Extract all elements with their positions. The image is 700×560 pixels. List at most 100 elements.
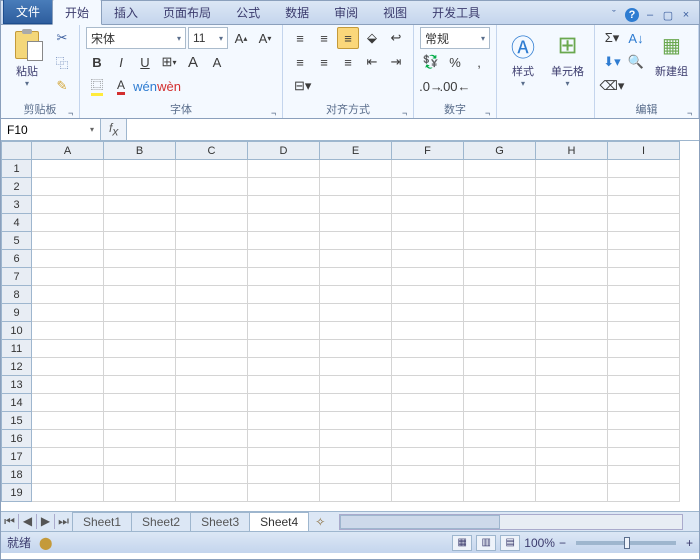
cell[interactable] xyxy=(464,376,536,394)
macro-record-icon[interactable]: ⬤ xyxy=(39,536,52,550)
cell[interactable] xyxy=(248,196,320,214)
row-header[interactable]: 14 xyxy=(2,394,32,412)
zoom-slider[interactable] xyxy=(576,541,676,545)
cell[interactable] xyxy=(536,268,608,286)
cell[interactable] xyxy=(464,304,536,322)
row-header[interactable]: 1 xyxy=(2,160,32,178)
cell[interactable] xyxy=(320,394,392,412)
cell[interactable] xyxy=(320,286,392,304)
cell[interactable] xyxy=(536,196,608,214)
phonetic2-button[interactable]: wèn xyxy=(158,75,180,97)
cell[interactable] xyxy=(32,286,104,304)
cell[interactable] xyxy=(176,160,248,178)
cell[interactable] xyxy=(176,376,248,394)
decrease-indent-button[interactable]: ⇤ xyxy=(361,51,383,73)
cell[interactable] xyxy=(176,232,248,250)
cell[interactable] xyxy=(104,178,176,196)
font-smallA-button[interactable]: A xyxy=(206,51,228,73)
wrap-text-button[interactable]: ↩ xyxy=(385,27,407,49)
cell[interactable] xyxy=(392,232,464,250)
cell[interactable] xyxy=(248,358,320,376)
cell[interactable] xyxy=(320,484,392,502)
cell[interactable] xyxy=(392,430,464,448)
row-header[interactable]: 6 xyxy=(2,250,32,268)
cell[interactable] xyxy=(536,358,608,376)
cell[interactable] xyxy=(248,214,320,232)
column-header[interactable]: D xyxy=(248,142,320,160)
tab-开发工具[interactable]: 开发工具 xyxy=(419,0,493,24)
cell[interactable] xyxy=(176,430,248,448)
cell[interactable] xyxy=(248,484,320,502)
tab-插入[interactable]: 插入 xyxy=(101,0,151,24)
window-min-icon[interactable]: – xyxy=(643,8,657,22)
cell[interactable] xyxy=(248,340,320,358)
row-header[interactable]: 17 xyxy=(2,448,32,466)
cell[interactable] xyxy=(248,304,320,322)
font-name-combo[interactable]: 宋体▾ xyxy=(86,27,186,49)
zoom-level[interactable]: 100% xyxy=(524,536,555,550)
underline-button[interactable]: U xyxy=(134,51,156,73)
tab-file[interactable]: 文件 xyxy=(3,0,53,24)
cell[interactable] xyxy=(536,286,608,304)
cell[interactable] xyxy=(536,304,608,322)
increase-indent-button[interactable]: ⇥ xyxy=(385,51,407,73)
align-center-button[interactable]: ≡ xyxy=(313,51,335,73)
row-header[interactable]: 11 xyxy=(2,340,32,358)
new-sheet-button[interactable]: ✧ xyxy=(309,513,331,531)
cell[interactable] xyxy=(320,268,392,286)
cell[interactable] xyxy=(536,178,608,196)
view-normal-button[interactable]: ▦ xyxy=(452,535,472,551)
fill-color-button[interactable]: ⿴ xyxy=(86,75,108,97)
cell[interactable] xyxy=(320,196,392,214)
cell[interactable] xyxy=(464,268,536,286)
cell[interactable] xyxy=(248,448,320,466)
horizontal-scrollbar[interactable] xyxy=(339,514,683,530)
cell[interactable] xyxy=(536,214,608,232)
cell[interactable] xyxy=(176,394,248,412)
cell[interactable] xyxy=(464,286,536,304)
cell[interactable] xyxy=(464,196,536,214)
cell[interactable] xyxy=(320,322,392,340)
cell[interactable] xyxy=(320,304,392,322)
help-icon[interactable]: ? xyxy=(625,8,639,22)
clear-button[interactable]: ⌫▾ xyxy=(601,75,623,97)
cell[interactable] xyxy=(176,340,248,358)
cell[interactable] xyxy=(392,250,464,268)
cell[interactable] xyxy=(32,304,104,322)
tab-视图[interactable]: 视图 xyxy=(370,0,420,24)
paste-button[interactable]: 粘贴 ▾ xyxy=(7,27,47,90)
cell[interactable] xyxy=(608,232,680,250)
cell[interactable] xyxy=(392,376,464,394)
cell[interactable] xyxy=(176,304,248,322)
fill-button[interactable]: ⬇▾ xyxy=(601,51,623,73)
sheet-tab[interactable]: Sheet1 xyxy=(72,512,132,531)
sort-button[interactable]: A↓ xyxy=(625,27,647,49)
cell[interactable] xyxy=(32,466,104,484)
column-header[interactable]: A xyxy=(32,142,104,160)
cell[interactable] xyxy=(32,322,104,340)
cell[interactable] xyxy=(32,160,104,178)
cell[interactable] xyxy=(392,394,464,412)
row-header[interactable]: 10 xyxy=(2,322,32,340)
cell[interactable] xyxy=(248,232,320,250)
column-header[interactable]: C xyxy=(176,142,248,160)
align-left-button[interactable]: ≡ xyxy=(289,51,311,73)
align-bottom-button[interactable]: ≡ xyxy=(337,27,359,49)
cell[interactable] xyxy=(176,268,248,286)
sheet-tab[interactable]: Sheet2 xyxy=(131,512,191,531)
cell[interactable] xyxy=(464,160,536,178)
cell[interactable] xyxy=(104,286,176,304)
cell[interactable] xyxy=(392,178,464,196)
window-restore-icon[interactable]: ▢ xyxy=(661,8,675,22)
cell[interactable] xyxy=(392,466,464,484)
cell[interactable] xyxy=(608,340,680,358)
cell[interactable] xyxy=(104,430,176,448)
tab-数据[interactable]: 数据 xyxy=(272,0,322,24)
cell[interactable] xyxy=(464,250,536,268)
cell[interactable] xyxy=(392,214,464,232)
row-header[interactable]: 12 xyxy=(2,358,32,376)
cell[interactable] xyxy=(104,394,176,412)
cell[interactable] xyxy=(608,322,680,340)
cell[interactable] xyxy=(32,394,104,412)
align-right-button[interactable]: ≡ xyxy=(337,51,359,73)
